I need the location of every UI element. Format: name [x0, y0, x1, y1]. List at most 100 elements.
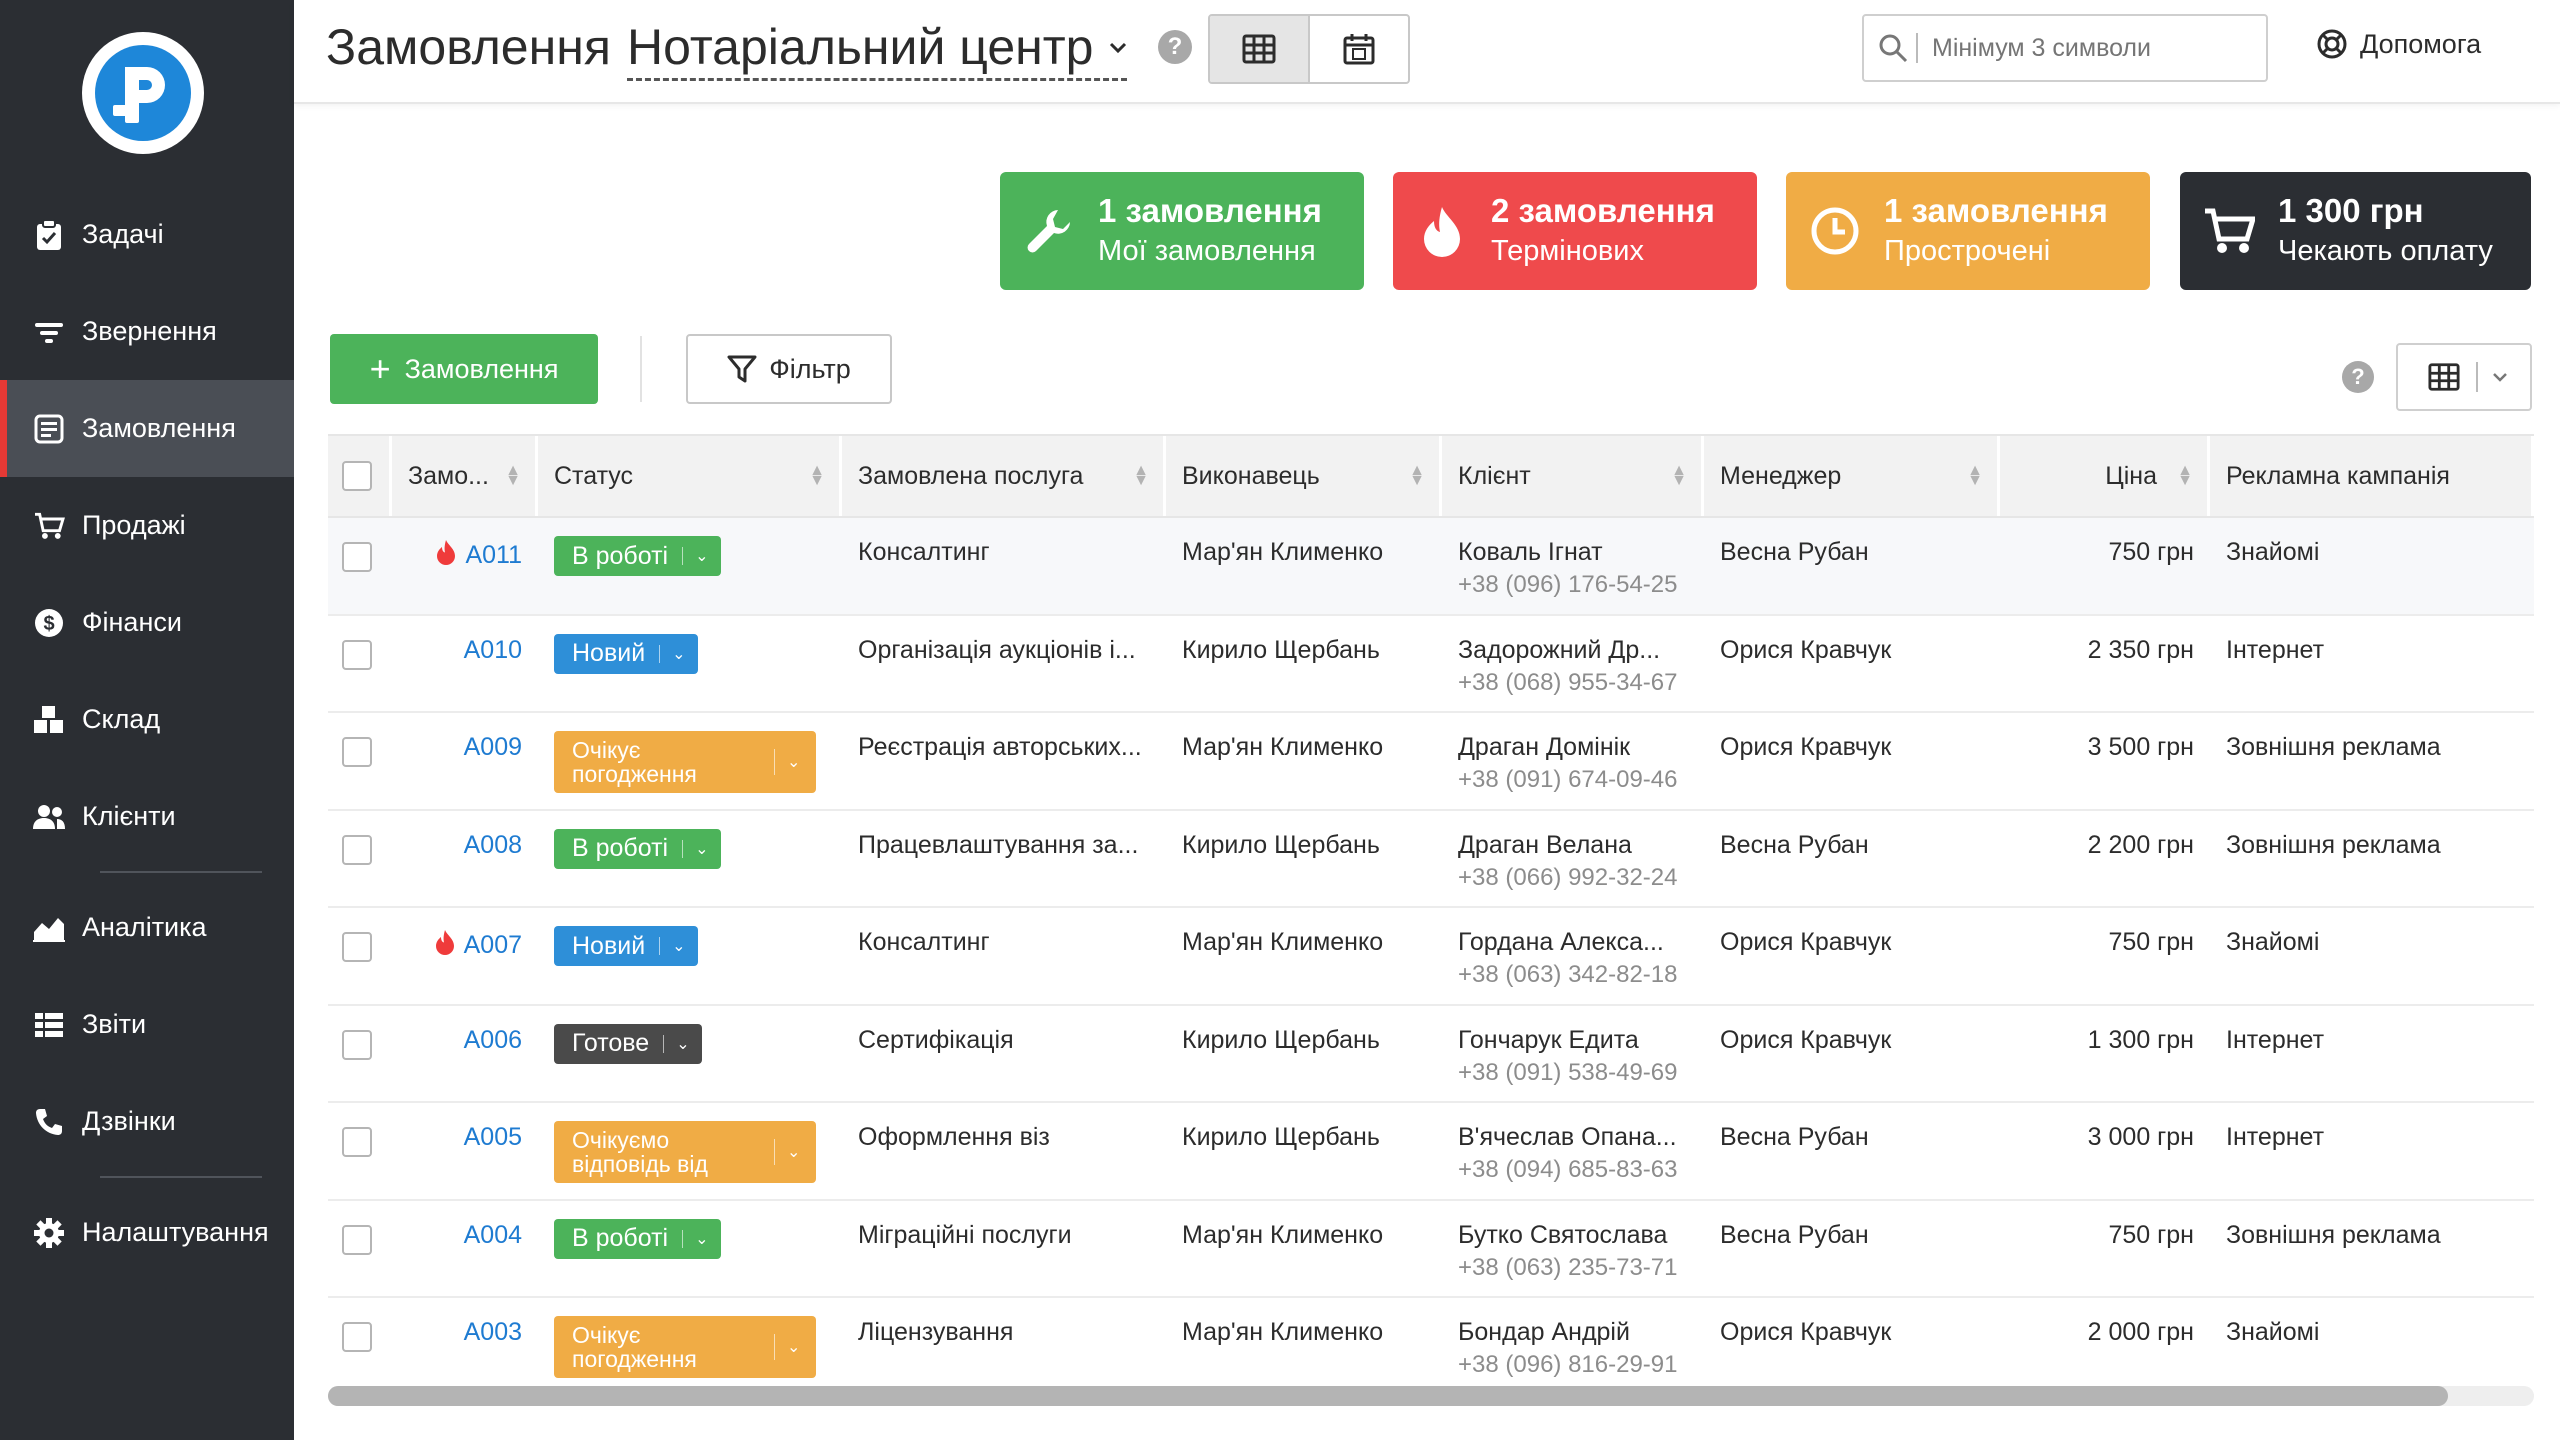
- sidebar-item[interactable]: Замовлення: [0, 380, 294, 477]
- sidebar-item[interactable]: Аналітика: [0, 879, 294, 976]
- order-id-link[interactable]: A005: [408, 1123, 538, 1152]
- horizontal-scrollbar[interactable]: [328, 1386, 2534, 1406]
- row-checkbox[interactable]: [342, 1029, 372, 1060]
- row-checkbox[interactable]: [342, 737, 372, 767]
- chevron-down-icon: ⌄: [672, 938, 686, 955]
- sidebar-item[interactable]: Задачі: [0, 186, 294, 283]
- order-id: A003: [463, 1318, 522, 1346]
- row-select-cell: [328, 1201, 392, 1297]
- row-checkbox[interactable]: [342, 834, 372, 865]
- search-input[interactable]: [1932, 33, 2232, 63]
- table-row[interactable]: A003 Очікує погодження ⌄ Ліцензування Мар'ян…: [328, 1298, 2534, 1396]
- order-id-link[interactable]: A010: [408, 636, 538, 665]
- order-id-link[interactable]: A004: [408, 1221, 538, 1250]
- table-row[interactable]: A009 Очікує погодження ⌄ Реєстрація авторсь…: [328, 713, 2534, 811]
- sidebar-item[interactable]: Дзвінки: [0, 1073, 294, 1170]
- service-cell: Міграційні послуги: [858, 1220, 1072, 1249]
- order-id-link[interactable]: A006: [408, 1026, 538, 1055]
- plus-icon: +: [369, 348, 391, 389]
- sidebar-item[interactable]: Клієнти: [0, 768, 294, 865]
- executor-cell: Кирило Щербань: [1182, 1025, 1380, 1054]
- order-id-link[interactable]: A009: [408, 733, 538, 762]
- sidebar-item[interactable]: Продажі: [0, 477, 294, 574]
- service-cell: Працевлаштування за...: [858, 830, 1139, 859]
- card-my-orders[interactable]: 1 замовлення Мої замовлення: [1000, 172, 1364, 290]
- chevron-down-icon: ⌄: [676, 1035, 690, 1053]
- status-dropdown[interactable]: Очікує погодження ⌄: [554, 1316, 816, 1378]
- status-dropdown[interactable]: Очікуємо відповідь від ⌄: [554, 1121, 816, 1183]
- client-cell: В'ячеслав Опана... +38 (094) 685-83-63: [1442, 1103, 1704, 1199]
- table-view-button[interactable]: [1210, 16, 1310, 82]
- toolbar-divider: [640, 336, 642, 402]
- sidebar-item[interactable]: Налаштування: [0, 1184, 294, 1281]
- sidebar-item-label: Звіти: [82, 1009, 147, 1039]
- row-select-cell: [328, 616, 392, 712]
- status-label: Очікуємо відповідь від: [572, 1127, 708, 1177]
- client-name: Бондар Андрій: [1458, 1318, 1630, 1346]
- order-id-link[interactable]: A007: [408, 928, 538, 963]
- column-header-status[interactable]: Статус ▲ ▼: [538, 436, 842, 516]
- scrollbar-thumb[interactable]: [328, 1386, 2448, 1406]
- status-dropdown[interactable]: В роботі ⌄: [554, 536, 721, 576]
- column-header-client[interactable]: Клієнт ▲ ▼: [1442, 436, 1704, 516]
- app-logo[interactable]: [82, 32, 204, 154]
- service-cell: Реєстрація авторських...: [858, 733, 1142, 761]
- column-header-manager[interactable]: Менеджер ▲ ▼: [1704, 436, 2000, 516]
- client-name: Драган Велана: [1458, 830, 1632, 859]
- status-dropdown[interactable]: В роботі ⌄: [554, 1218, 721, 1259]
- status-dropdown[interactable]: Готове ⌄: [554, 1023, 702, 1064]
- row-checkbox[interactable]: [342, 639, 372, 670]
- card-overdue[interactable]: 1 замовлення Прострочені: [1786, 172, 2150, 290]
- sidebar-item[interactable]: Склад: [0, 671, 294, 768]
- card-awaiting-payment[interactable]: 1 300 грн Чекають оплату: [2180, 172, 2531, 290]
- clock-icon: [1808, 204, 1862, 258]
- row-checkbox[interactable]: [342, 1322, 372, 1352]
- status-cell: Очікуємо відповідь від ⌄: [538, 1103, 842, 1199]
- row-checkbox[interactable]: [342, 1127, 372, 1157]
- status-dropdown[interactable]: Новий ⌄: [554, 633, 698, 674]
- order-id: A011: [465, 541, 522, 569]
- order-id-link[interactable]: A003: [408, 1318, 538, 1347]
- table-row[interactable]: A010 Новий ⌄ Організація аукціонів і... Кири…: [328, 616, 2534, 713]
- filter-button[interactable]: Фільтр: [686, 334, 892, 404]
- organization-select[interactable]: Нотаріальний центр: [627, 18, 1128, 81]
- table-row[interactable]: A004 В роботі ⌄ Міграційні послуги Мар'ян Кл…: [328, 1201, 2534, 1298]
- row-checkbox[interactable]: [342, 1224, 372, 1255]
- help-link[interactable]: Допомога: [2316, 28, 2481, 60]
- card-urgent[interactable]: 2 замовлення Термінових: [1393, 172, 1757, 290]
- sidebar-item[interactable]: Звіти: [0, 976, 294, 1073]
- row-select-cell: [328, 518, 392, 614]
- help-question-icon[interactable]: ?: [1158, 30, 1192, 64]
- table-row[interactable]: A006 Готове ⌄ Сертифікація Кирило Щербань Гон…: [328, 1006, 2534, 1103]
- row-checkbox[interactable]: [342, 932, 372, 962]
- status-dropdown[interactable]: Новий ⌄: [554, 926, 698, 966]
- order-id-cell: A011: [392, 518, 538, 614]
- column-header-order[interactable]: Замо... ▲ ▼: [392, 436, 538, 516]
- card-caption: Прострочені: [1884, 235, 2051, 267]
- add-order-button[interactable]: + Замовлення: [330, 334, 598, 404]
- select-all-checkbox[interactable]: [342, 461, 372, 491]
- column-header-service[interactable]: Замовлена послуга ▲ ▼: [842, 436, 1166, 516]
- order-id-link[interactable]: A008: [408, 831, 538, 860]
- table-row[interactable]: A005 Очікуємо відповідь від ⌄ Оформлення ві…: [328, 1103, 2534, 1201]
- column-header-executor[interactable]: Виконавець ▲ ▼: [1166, 436, 1442, 516]
- column-header-campaign[interactable]: Рекламна кампанія: [2210, 436, 2534, 516]
- calendar-view-button[interactable]: [1310, 16, 1408, 82]
- column-label: Ціна: [2105, 461, 2157, 490]
- order-id-link[interactable]: A011: [408, 538, 538, 573]
- status-dropdown[interactable]: В роботі ⌄: [554, 828, 721, 869]
- chevron-down-icon: ⌄: [672, 645, 686, 663]
- help-question-icon[interactable]: ?: [2342, 361, 2374, 393]
- table-row[interactable]: A007 Новий ⌄ Консалтинг Мар'ян Клименко Горда…: [328, 908, 2534, 1006]
- order-id: A005: [463, 1123, 522, 1151]
- columns-settings-button[interactable]: [2396, 343, 2532, 411]
- sidebar: Задачі Звернення Замовлення Продажі $ Фінанси…: [0, 0, 294, 1440]
- column-header-price[interactable]: Ціна ▲ ▼: [2000, 436, 2210, 516]
- sidebar-item[interactable]: Звернення: [0, 283, 294, 380]
- row-select-cell: [328, 1298, 392, 1394]
- status-dropdown[interactable]: Очікує погодження ⌄: [554, 731, 816, 793]
- table-row[interactable]: A011 В роботі ⌄ Консалтинг Мар'ян Клименко Ко…: [328, 518, 2534, 616]
- table-row[interactable]: A008 В роботі ⌄ Працевлаштування за... Кирил…: [328, 811, 2534, 908]
- row-checkbox[interactable]: [342, 542, 372, 572]
- sidebar-item[interactable]: $ Фінанси: [0, 574, 294, 671]
